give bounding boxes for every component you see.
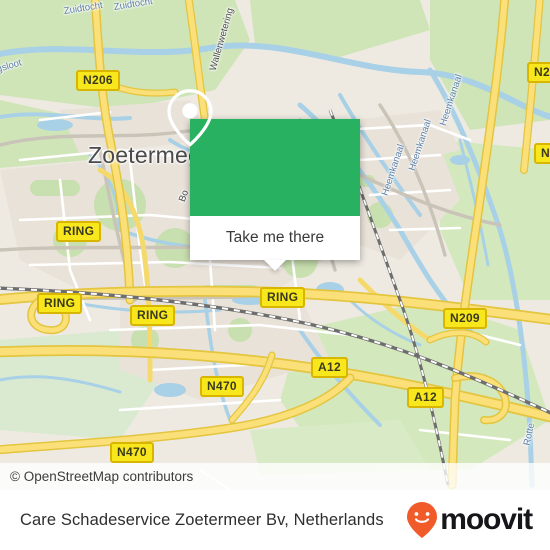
popup-card-pointer xyxy=(264,260,286,271)
moovit-pin-smile-icon xyxy=(407,502,438,538)
road-shield-a12-left: A12 xyxy=(311,357,348,378)
road-shield-ring-left-upper: RING xyxy=(56,221,102,242)
footer-bar: Care Schadeservice Zoetermeer Bv, Nether… xyxy=(0,490,550,550)
popup-card-header xyxy=(167,89,360,216)
road-shield-n209: N209 xyxy=(443,308,487,329)
take-me-there-label: Take me there xyxy=(225,229,325,246)
moovit-wordmark: moovit xyxy=(440,503,533,536)
road-shield-n206: N206 xyxy=(76,70,120,91)
road-shield-n2-right: N2 xyxy=(534,143,550,164)
map-canvas[interactable]: Zuidtocht Zuidtocht ngsloot Heemkanaal Heemk… xyxy=(0,0,550,490)
attribution-text: © OpenStreetMap contributors xyxy=(10,469,194,484)
map-screenshot: Zuidtocht Zuidtocht ngsloot Heemkanaal Heemk… xyxy=(0,0,550,550)
popup-card-action[interactable]: Take me there xyxy=(190,216,360,271)
road-shield-a12-right: A12 xyxy=(407,387,444,408)
road-shield-ring-center: RING xyxy=(260,287,306,308)
moovit-brand[interactable]: moovit xyxy=(405,501,550,539)
road-shield-ring-left-lower: RING xyxy=(37,293,83,314)
road-shield-n470-upper: N470 xyxy=(200,376,244,397)
road-shield-n206-right-top: N20 xyxy=(527,62,550,83)
place-title: Care Schadeservice Zoetermeer Bv, Nether… xyxy=(20,510,384,529)
map-pin-icon xyxy=(167,89,213,147)
destination-popup-card[interactable]: Take me there xyxy=(167,89,360,271)
map-attribution: © OpenStreetMap contributors xyxy=(0,463,550,490)
road-shield-n470-lower: N470 xyxy=(110,442,154,463)
road-shield-ring-mid: RING xyxy=(130,305,176,326)
